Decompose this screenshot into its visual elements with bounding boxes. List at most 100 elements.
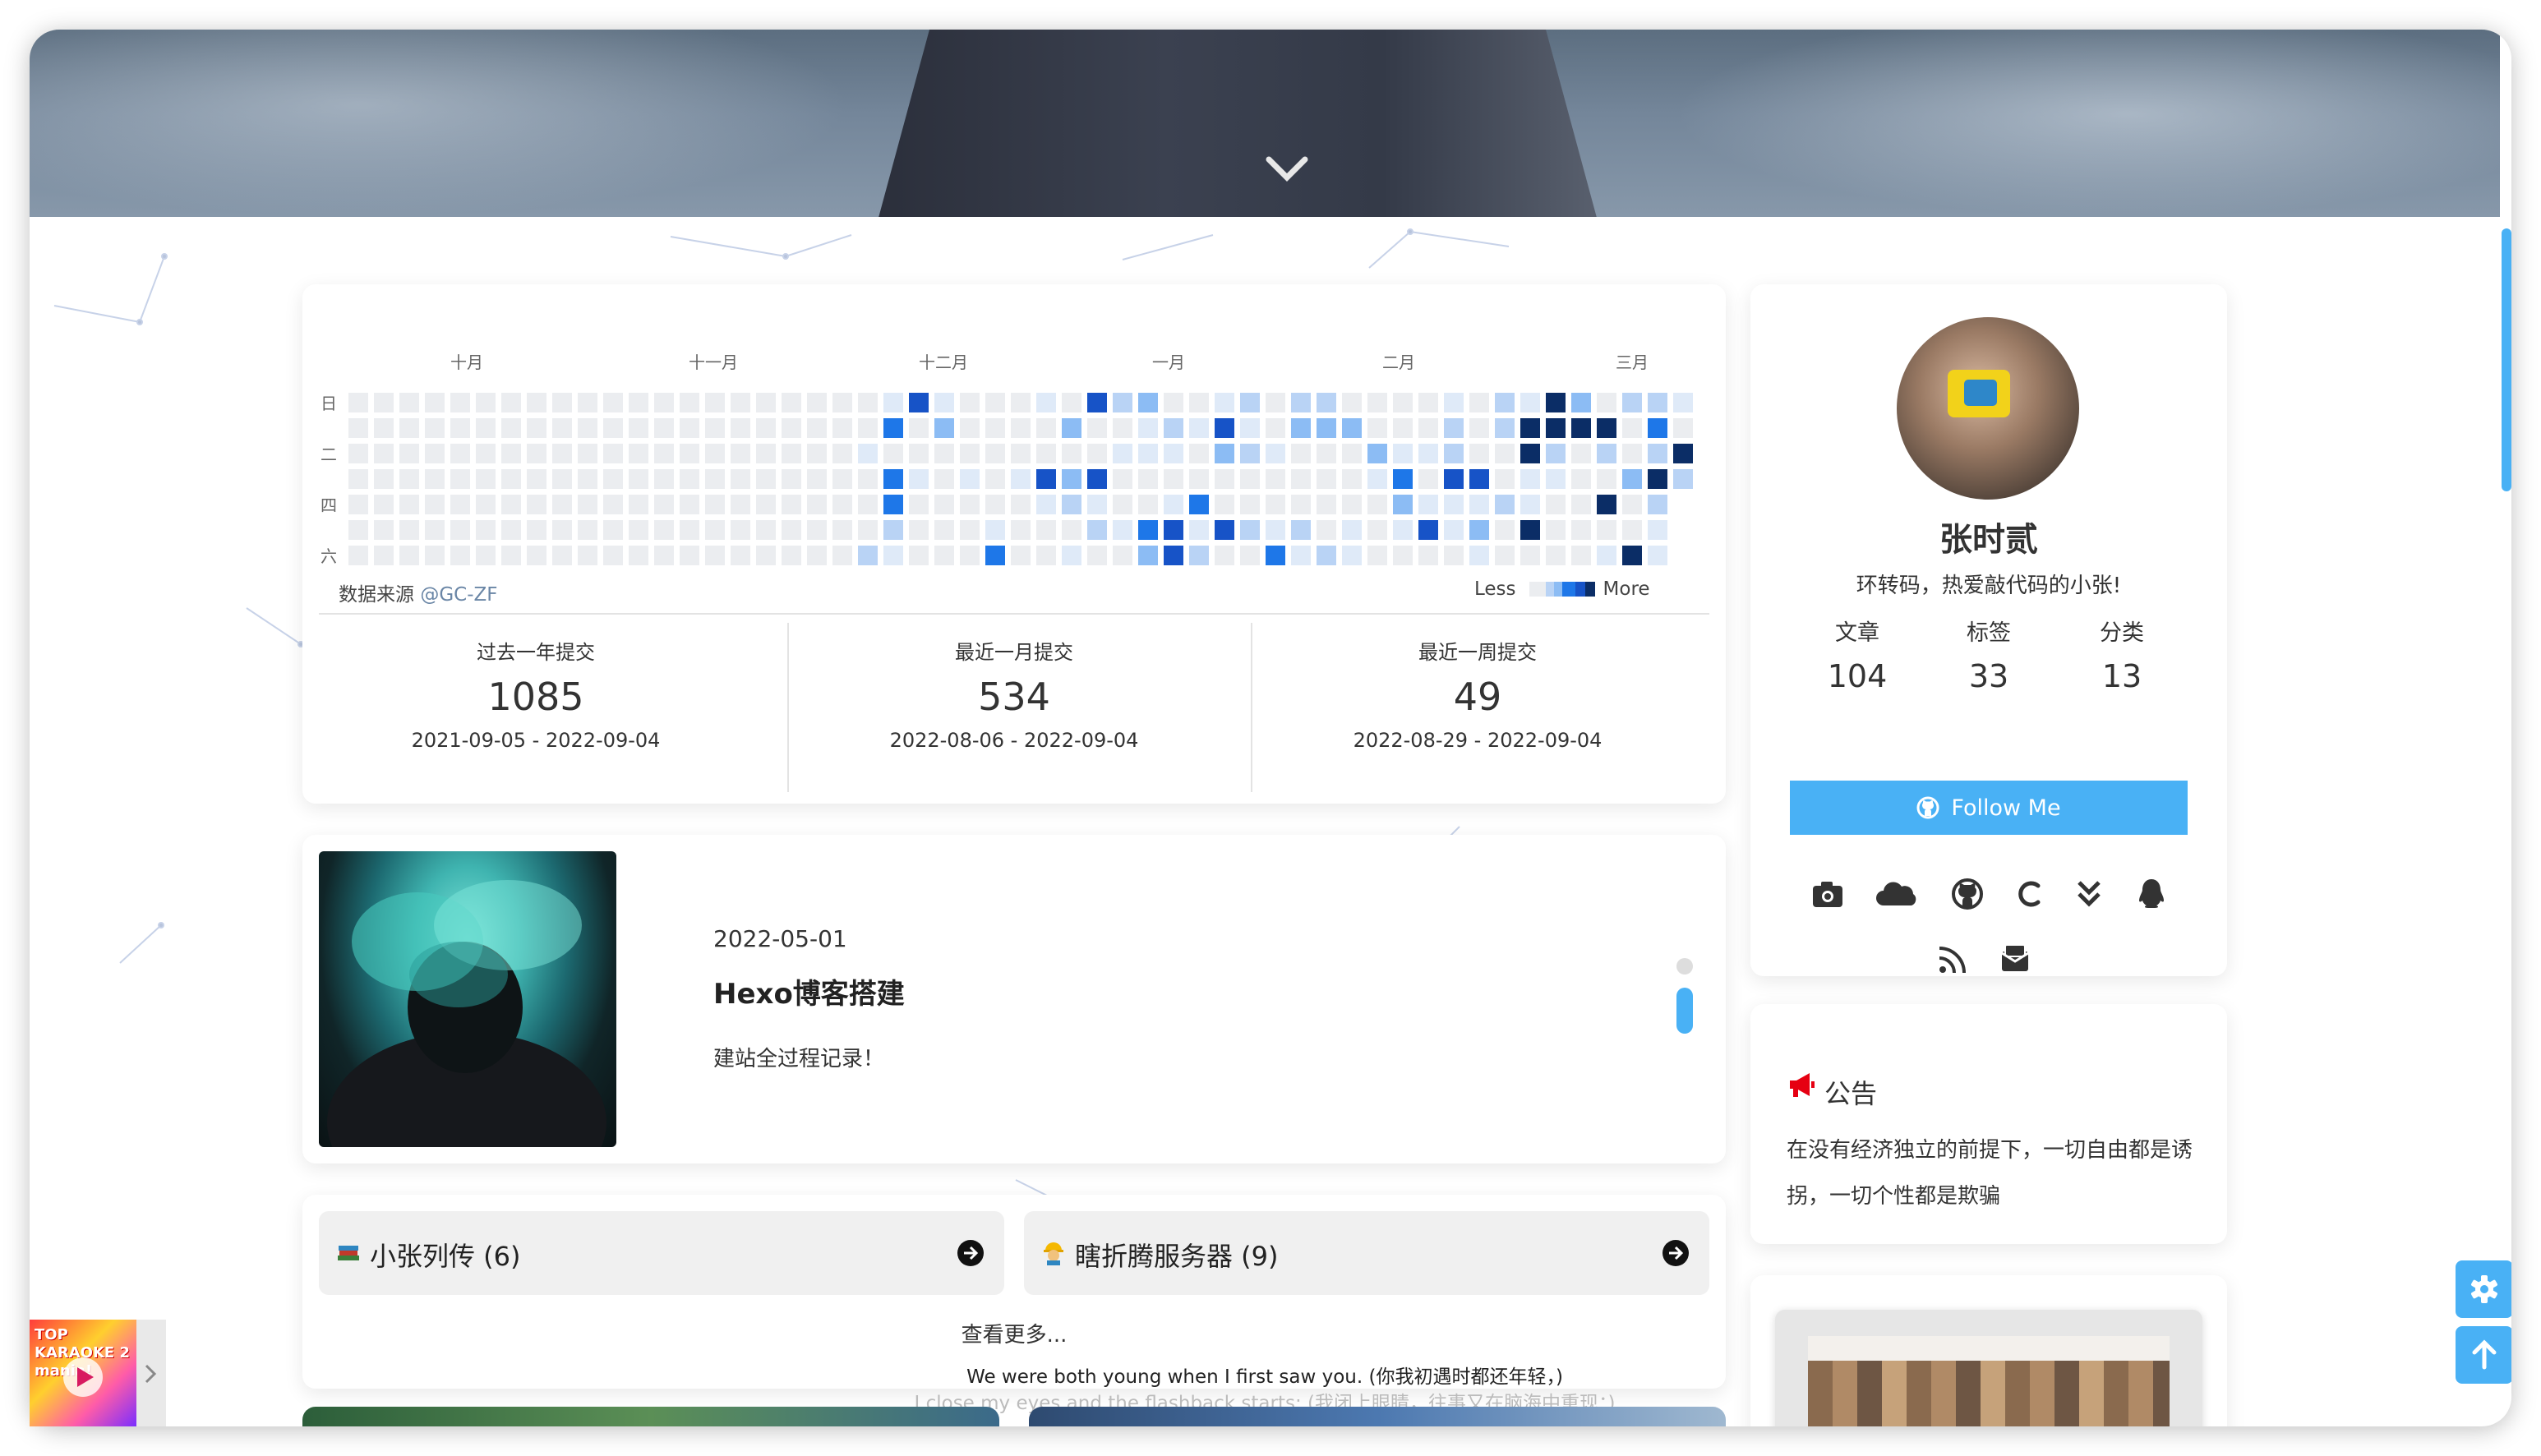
calendar-day-cell[interactable]	[1495, 444, 1515, 463]
calendar-day-cell[interactable]	[1164, 418, 1183, 438]
calendar-day-cell[interactable]	[1495, 393, 1515, 412]
calendar-day-cell[interactable]	[476, 520, 496, 540]
play-icon[interactable]	[30, 1320, 136, 1426]
calendar-day-cell[interactable]	[399, 393, 419, 412]
calendar-day-cell[interactable]	[731, 469, 750, 489]
calendar-day-cell[interactable]	[1597, 546, 1616, 565]
calendar-day-cell[interactable]	[348, 520, 368, 540]
calendar-day-cell[interactable]	[883, 418, 903, 438]
calendar-day-cell[interactable]	[909, 520, 929, 540]
calendar-day-cell[interactable]	[1266, 495, 1285, 514]
post-title[interactable]: Hexo博客搭建	[713, 971, 905, 1011]
calendar-day-cell[interactable]	[1622, 495, 1642, 514]
calendar-day-cell[interactable]	[425, 520, 445, 540]
calendar-day-cell[interactable]	[1113, 418, 1132, 438]
calendar-day-cell[interactable]	[501, 393, 521, 412]
calendar-day-cell[interactable]	[629, 520, 648, 540]
calendar-day-cell[interactable]	[501, 469, 521, 489]
calendar-day-cell[interactable]	[1597, 393, 1616, 412]
calendar-day-cell[interactable]	[807, 418, 827, 438]
calendar-day-cell[interactable]	[832, 393, 852, 412]
calendar-day-cell[interactable]	[476, 469, 496, 489]
calendar-day-cell[interactable]	[705, 495, 725, 514]
calendar-day-cell[interactable]	[1546, 418, 1566, 438]
calendar-day-cell[interactable]	[1036, 469, 1056, 489]
calendar-day-cell[interactable]	[858, 495, 878, 514]
calendar-day-cell[interactable]	[858, 418, 878, 438]
calendar-day-cell[interactable]	[756, 469, 776, 489]
calendar-day-cell[interactable]	[832, 444, 852, 463]
calendar-day-cell[interactable]	[782, 418, 801, 438]
scrollbar-thumb[interactable]	[2502, 228, 2511, 491]
calendar-day-cell[interactable]	[1291, 418, 1311, 438]
calendar-day-cell[interactable]	[1546, 393, 1566, 412]
calendar-day-cell[interactable]	[1113, 469, 1132, 489]
calendar-day-cell[interactable]	[476, 393, 496, 412]
calendar-day-cell[interactable]	[858, 444, 878, 463]
calendar-day-cell[interactable]	[680, 444, 699, 463]
calendar-day-cell[interactable]	[1266, 444, 1285, 463]
calendar-day-cell[interactable]	[705, 393, 725, 412]
calendar-day-cell[interactable]	[883, 520, 903, 540]
stat-tags[interactable]: 标签 33	[1923, 615, 2054, 694]
chevrons-down-icon[interactable]	[2071, 876, 2107, 912]
calendar-day-cell[interactable]	[1673, 444, 1693, 463]
calendar-day-cell[interactable]	[527, 444, 546, 463]
calendar-day-cell[interactable]	[1648, 469, 1667, 489]
calendar-day-cell[interactable]	[782, 444, 801, 463]
calendar-day-cell[interactable]	[934, 546, 954, 565]
calendar-day-cell[interactable]	[1367, 418, 1387, 438]
calendar-day-cell[interactable]	[1215, 393, 1234, 412]
calendar-day-cell[interactable]	[1520, 546, 1540, 565]
calendar-day-cell[interactable]	[782, 393, 801, 412]
calendar-day-cell[interactable]	[1164, 520, 1183, 540]
calendar-day-cell[interactable]	[348, 469, 368, 489]
calendar-day-cell[interactable]	[1673, 418, 1693, 438]
calendar-day-cell[interactable]	[527, 520, 546, 540]
calendar-day-cell[interactable]	[399, 469, 419, 489]
calendar-day-cell[interactable]	[654, 469, 674, 489]
calendar-day-cell[interactable]	[374, 546, 394, 565]
calendar-day-cell[interactable]	[1036, 546, 1056, 565]
calendar-day-cell[interactable]	[1138, 495, 1158, 514]
calendar-day-cell[interactable]	[1011, 546, 1031, 565]
calendar-day-cell[interactable]	[680, 393, 699, 412]
calendar-day-cell[interactable]	[1418, 495, 1438, 514]
calendar-day-cell[interactable]	[985, 393, 1005, 412]
calendar-day-cell[interactable]	[1622, 546, 1642, 565]
calendar-day-cell[interactable]	[731, 495, 750, 514]
calendar-day-cell[interactable]	[1062, 393, 1081, 412]
calendar-day-cell[interactable]	[1648, 393, 1667, 412]
calendar-day-cell[interactable]	[374, 418, 394, 438]
calendar-day-cell[interactable]	[1495, 520, 1515, 540]
calendar-day-cell[interactable]	[731, 393, 750, 412]
calendar-day-cell[interactable]	[934, 393, 954, 412]
calendar-day-cell[interactable]	[1266, 393, 1285, 412]
calendar-source-link[interactable]: @GC-ZF	[420, 584, 497, 606]
calendar-day-cell[interactable]	[450, 393, 470, 412]
calendar-day-cell[interactable]	[501, 546, 521, 565]
calendar-day-cell[interactable]	[399, 546, 419, 565]
calendar-day-cell[interactable]	[680, 495, 699, 514]
calendar-day-cell[interactable]	[1266, 520, 1285, 540]
calendar-day-cell[interactable]	[552, 444, 572, 463]
calendar-day-cell[interactable]	[680, 546, 699, 565]
calendar-day-cell[interactable]	[807, 546, 827, 565]
calendar-day-cell[interactable]	[1317, 520, 1336, 540]
calendar-day-cell[interactable]	[1036, 393, 1056, 412]
calendar-day-cell[interactable]	[1317, 444, 1336, 463]
calendar-day-cell[interactable]	[1036, 444, 1056, 463]
calendar-day-cell[interactable]	[1648, 546, 1667, 565]
calendar-day-cell[interactable]	[1087, 520, 1107, 540]
calendar-day-cell[interactable]	[1673, 469, 1693, 489]
calendar-day-cell[interactable]	[1317, 418, 1336, 438]
calendar-day-cell[interactable]	[756, 393, 776, 412]
calendar-day-cell[interactable]	[552, 546, 572, 565]
calendar-day-cell[interactable]	[1189, 444, 1209, 463]
calendar-day-cell[interactable]	[960, 418, 980, 438]
calendar-day-cell[interactable]	[1469, 546, 1489, 565]
carousel-dot-active[interactable]	[1676, 988, 1693, 1034]
csdn-c-icon[interactable]	[2012, 876, 2048, 912]
calendar-day-cell[interactable]	[527, 418, 546, 438]
music-player[interactable]: TOP KARAOKE 2 mania!	[30, 1320, 166, 1426]
